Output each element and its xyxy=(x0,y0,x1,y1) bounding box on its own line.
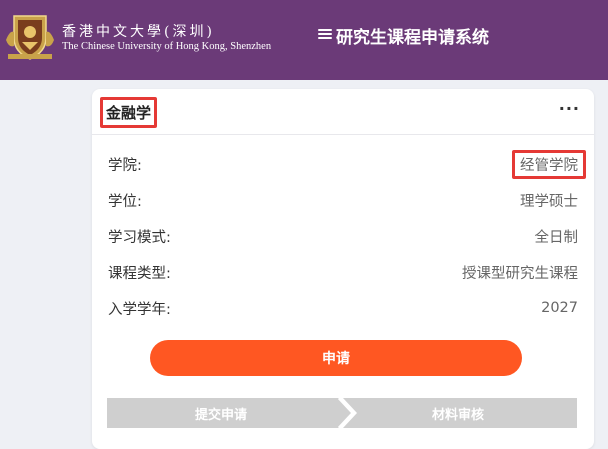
program-type-value: 授课型研究生课程 xyxy=(462,265,578,282)
steps-background xyxy=(107,398,577,428)
university-name-cn: 香港中文大學(深圳) xyxy=(62,24,215,40)
university-name-en: The Chinese University of Hong Kong, She… xyxy=(62,41,272,52)
program-title: 金融学 xyxy=(100,97,158,128)
info-row-study-mode: 学习模式: 全日制 xyxy=(108,224,578,248)
school-label: 学院: xyxy=(108,157,142,174)
school-value: 经管学院 xyxy=(512,149,586,179)
top-bar: 香港中文大學(深圳) The Chinese University of Hon… xyxy=(0,0,608,80)
program-type-label: 课程类型: xyxy=(108,265,171,282)
program-card: 金融学 ··· 学院: 经管学院 学位: 理学硕士 学习模式: 全日制 课程类型… xyxy=(92,89,594,449)
info-row-degree: 学位: 理学硕士 xyxy=(108,188,578,212)
info-row-intake-year: 入学学年: 2027 xyxy=(108,296,578,320)
hamburger-menu-icon[interactable] xyxy=(318,27,332,41)
more-options-icon[interactable]: ··· xyxy=(559,99,580,118)
study-mode-label: 学习模式: xyxy=(108,229,171,246)
degree-label: 学位: xyxy=(108,193,142,210)
info-row-school: 学院: 经管学院 xyxy=(108,149,586,179)
system-title: 研究生课程申请系统 xyxy=(336,28,489,48)
program-card-header: 金融学 ··· xyxy=(92,89,594,135)
step-1-label: 提交申请 xyxy=(195,408,248,423)
application-steps: 提交申请 材料审核 xyxy=(107,398,577,428)
intake-year-value: 2027 xyxy=(541,300,578,316)
university-logo xyxy=(6,15,54,60)
step-2-label: 材料审核 xyxy=(432,408,485,423)
study-mode-value: 全日制 xyxy=(534,229,579,246)
intake-year-label: 入学学年: xyxy=(108,301,171,318)
info-row-program-type: 课程类型: 授课型研究生课程 xyxy=(108,260,578,284)
apply-button[interactable]: 申请 xyxy=(150,340,522,376)
degree-value: 理学硕士 xyxy=(520,193,578,210)
